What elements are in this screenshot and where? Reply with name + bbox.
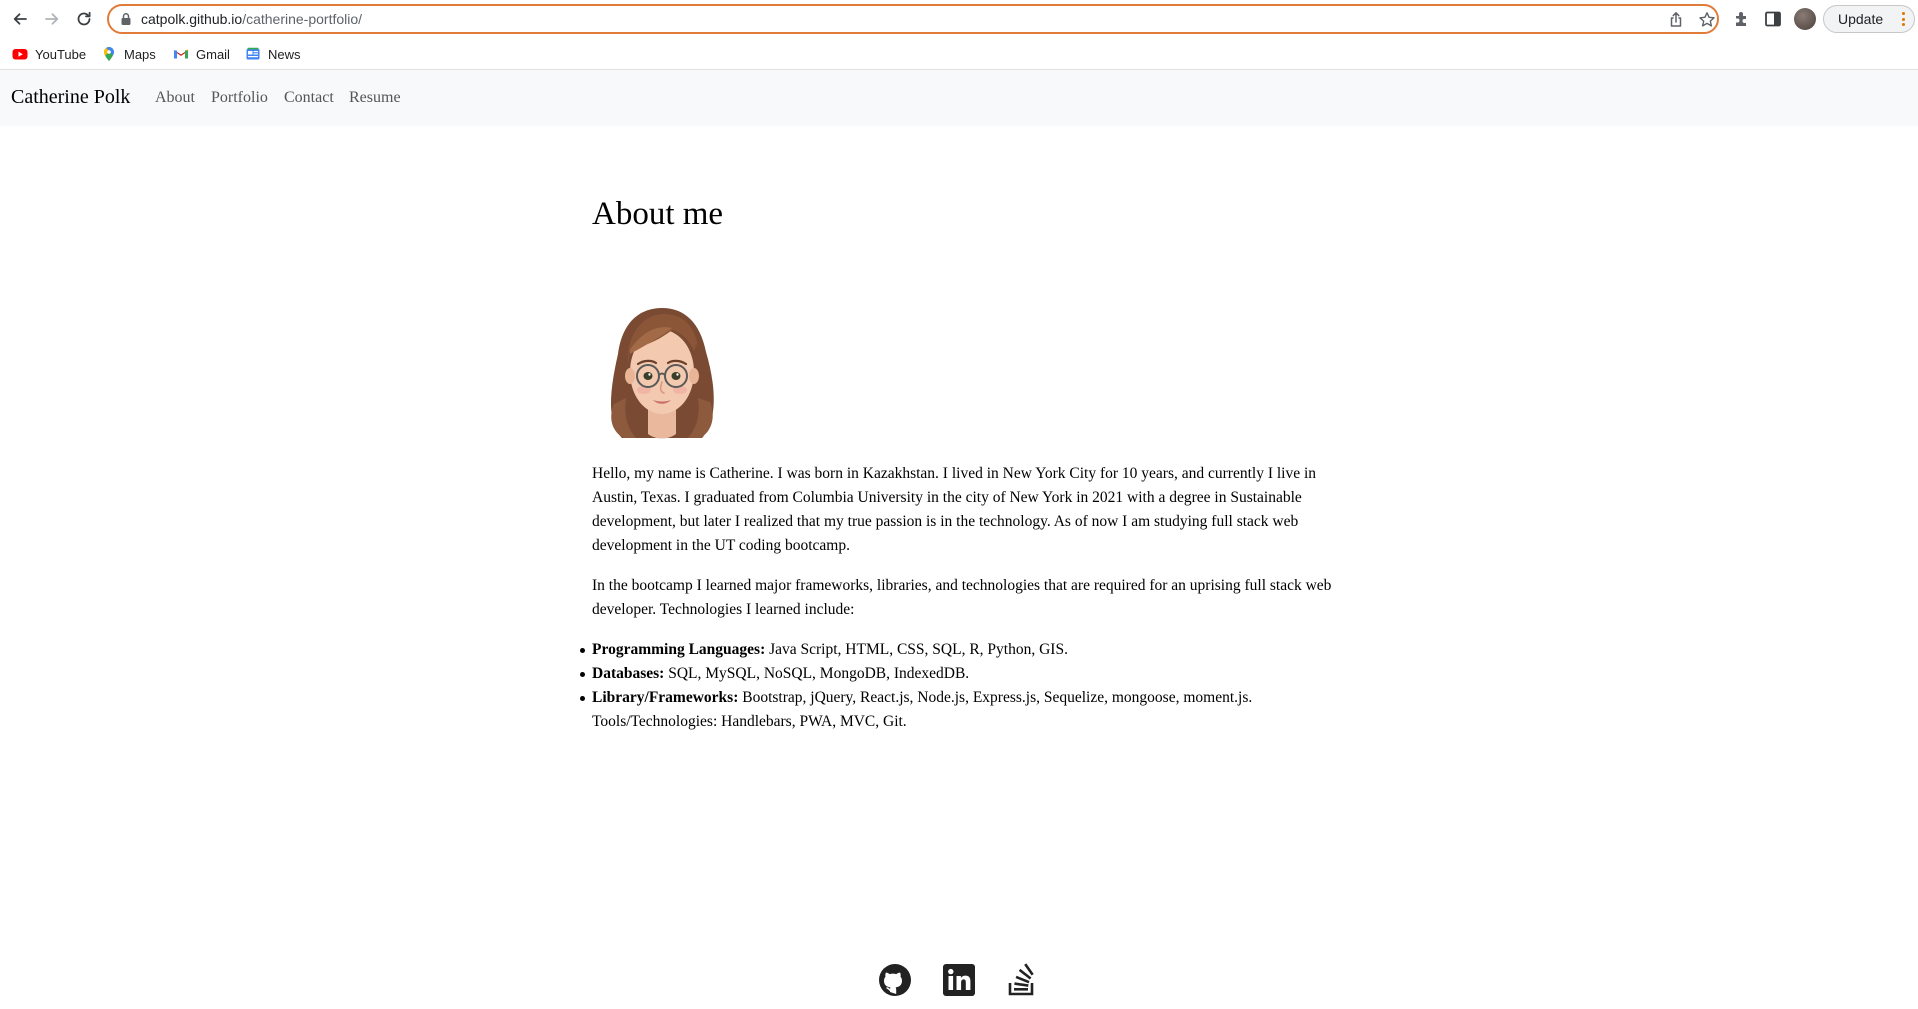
site-navbar: Catherine Polk About Portfolio Contact R… [0, 70, 1918, 126]
bookmarks-bar: YouTube Maps Gmail News [0, 38, 1918, 70]
list-item: Library/Frameworks: Bootstrap, jQuery, R… [580, 686, 1362, 734]
nav-link-portfolio[interactable]: Portfolio [211, 89, 268, 107]
maps-icon [104, 47, 114, 61]
bookmark-label: YouTube [35, 46, 87, 62]
lock-icon [121, 13, 131, 25]
url-host: catpolk.github.io [141, 11, 243, 27]
browser-toolbar: catpolk.github.io/catherine-portfolio/ U… [0, 0, 1918, 38]
extensions-puzzle-icon[interactable] [1732, 9, 1752, 29]
address-bar[interactable]: catpolk.github.io/catherine-portfolio/ [107, 4, 1719, 34]
profile-avatar[interactable] [1794, 8, 1816, 30]
linkedin-link[interactable] [941, 962, 977, 998]
star-icon[interactable] [1698, 11, 1716, 29]
news-icon [246, 47, 260, 60]
intro-paragraph: Hello, my name is Catherine. I was born … [592, 465, 1317, 554]
update-button[interactable]: Update [1823, 5, 1915, 33]
reload-icon [77, 11, 91, 26]
skill-text: Java Script, HTML, CSS, SQL, R, Python, … [765, 641, 1068, 658]
nav-link-about[interactable]: About [155, 89, 195, 107]
list-item: Programming Languages: Java Script, HTML… [580, 638, 1362, 662]
arrow-left-icon [13, 13, 27, 25]
forward-button[interactable] [40, 7, 64, 31]
memoji-avatar [611, 308, 714, 439]
github-icon [879, 964, 911, 996]
side-panel-icon[interactable] [1763, 9, 1783, 29]
arrow-right-icon [45, 13, 59, 25]
url-path: /catherine-portfolio/ [242, 11, 363, 27]
footer [0, 960, 1918, 1009]
kebab-menu-icon [1902, 12, 1906, 26]
reload-button[interactable] [72, 7, 96, 31]
skills-list: Programming Languages: Java Script, HTML… [580, 638, 1362, 734]
skill-text: SQL, MySQL, NoSQL, MongoDB, IndexedDB. [664, 665, 970, 682]
bookmark-maps[interactable]: Maps [101, 44, 156, 64]
brand-link[interactable]: Catherine Polk [11, 86, 130, 109]
page-title: About me [592, 196, 724, 232]
stackoverflow-icon [1008, 963, 1034, 996]
share-icon[interactable] [1667, 11, 1685, 29]
bootcamp-paragraph: In the bootcamp I learned major framewor… [592, 577, 1332, 618]
update-label: Update [1838, 11, 1884, 27]
url-text: catpolk.github.io/catherine-portfolio/ [141, 11, 362, 27]
bookmark-youtube[interactable]: YouTube [12, 44, 86, 64]
skill-label: Library/Frameworks: [592, 689, 739, 706]
bookmark-gmail[interactable]: Gmail [173, 44, 230, 64]
bookmark-label: Gmail [196, 46, 230, 62]
nav-link-resume[interactable]: Resume [349, 89, 401, 107]
nav-link-contact[interactable]: Contact [284, 89, 334, 107]
skill-label: Programming Languages: [592, 641, 766, 658]
gmail-icon [173, 49, 189, 59]
list-item: Databases: SQL, MySQL, NoSQL, MongoDB, I… [580, 662, 1362, 686]
youtube-icon [12, 49, 28, 60]
back-button[interactable] [8, 7, 32, 31]
skill-label: Databases: [592, 665, 665, 682]
linkedin-icon [943, 964, 975, 996]
stackoverflow-link[interactable] [1004, 962, 1040, 998]
bookmark-label: Maps [124, 46, 156, 62]
github-link[interactable] [877, 962, 913, 998]
bookmark-label: News [268, 46, 301, 62]
bookmark-news[interactable]: News [245, 44, 301, 64]
